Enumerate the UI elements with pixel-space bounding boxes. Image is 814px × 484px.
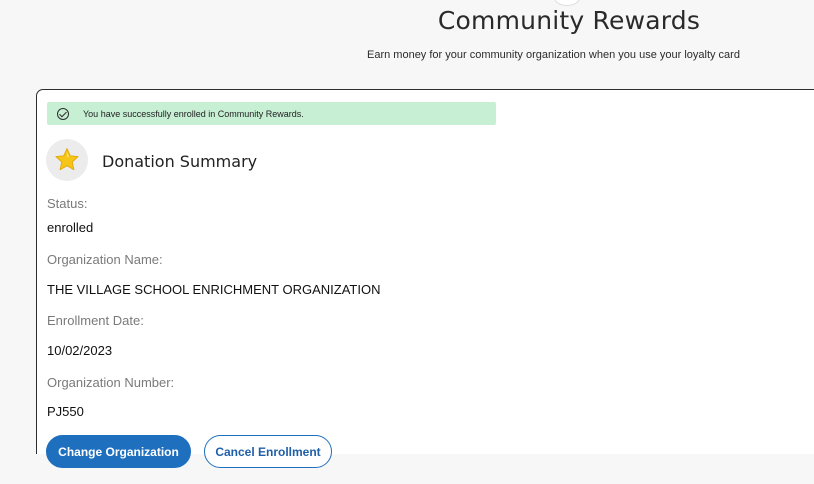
enrollment-date-label: Enrollment Date: — [47, 313, 144, 328]
star-icon — [55, 148, 79, 171]
organization-number-value: PJ550 — [47, 404, 84, 419]
organization-name-value: THE VILLAGE SCHOOL ENRICHMENT ORGANIZATI… — [47, 282, 381, 297]
organization-number-label: Organization Number: — [47, 375, 175, 390]
check-circle-icon — [57, 107, 69, 120]
page-title: Community Rewards — [437, 6, 701, 35]
cancel-enrollment-button[interactable]: Cancel Enrollment — [204, 435, 332, 468]
page-subtitle: Earn money for your community organizati… — [367, 49, 740, 61]
status-label: Status: — [47, 196, 88, 211]
donation-summary-card — [36, 89, 814, 469]
success-banner-text: You have successfully enrolled in Commun… — [83, 108, 304, 119]
status-value: enrolled — [47, 220, 94, 235]
change-organization-button[interactable]: Change Organization — [46, 435, 191, 468]
enrollment-date-value: 10/02/2023 — [47, 343, 113, 358]
star-badge — [46, 139, 88, 181]
success-banner: You have successfully enrolled in Commun… — [47, 102, 496, 125]
section-title: Donation Summary — [102, 152, 258, 171]
organization-name-label: Organization Name: — [47, 252, 163, 267]
